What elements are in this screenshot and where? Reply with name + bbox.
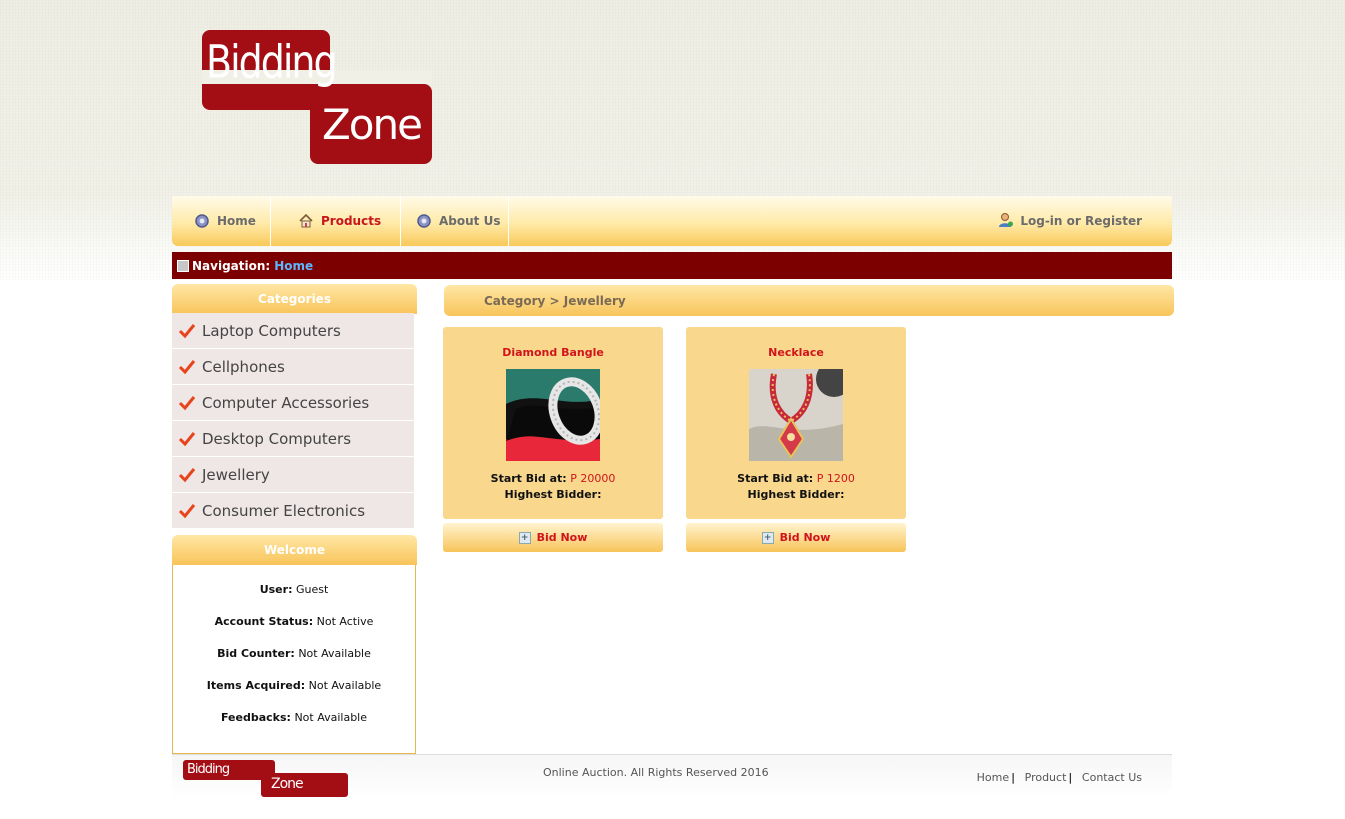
login-label: Log-in or Register xyxy=(1020,214,1142,228)
nav-home[interactable]: Home xyxy=(172,196,271,246)
category-breadcrumb: Category > Jewellery xyxy=(444,285,1174,316)
feedbacks-row: Feedbacks: Not Available xyxy=(173,711,415,743)
nav-about-label: About Us xyxy=(439,214,501,228)
plus-icon: + xyxy=(761,531,774,544)
highest-bidder: Highest Bidder: xyxy=(747,488,845,501)
product-title[interactable]: Diamond Bangle xyxy=(443,346,663,359)
items-acquired-row: Items Acquired: Not Available xyxy=(173,679,415,711)
gear-icon xyxy=(416,213,432,229)
feedbacks-value: Not Available xyxy=(294,711,367,724)
checkmark-icon xyxy=(172,431,202,447)
feedbacks-label: Feedbacks: xyxy=(220,711,291,724)
category-item[interactable]: Consumer Electronics xyxy=(172,493,414,529)
category-label: Laptop Computers xyxy=(202,321,341,340)
category-label: Desktop Computers xyxy=(202,429,352,448)
navigation-home-link[interactable]: Home xyxy=(274,259,313,273)
items-acquired-value: Not Available xyxy=(308,679,382,692)
site-logo[interactable]: Bidding Zone xyxy=(202,30,432,164)
user-row: User: Guest xyxy=(173,583,415,615)
start-bid-label: Start Bid at: xyxy=(737,472,814,485)
start-bid: Start Bid at: P 1200 xyxy=(686,472,906,485)
category-label: Consumer Electronics xyxy=(202,501,366,520)
footer-separator: | xyxy=(1011,771,1016,784)
user-label: User: xyxy=(259,583,293,596)
checkmark-icon xyxy=(172,359,202,375)
checkmark-icon xyxy=(172,467,202,483)
footer: Bidding Zone Online Auction. All Rights … xyxy=(172,754,1172,799)
copyright-text: Online Auction. All Rights Reserved 2016 xyxy=(543,766,769,779)
bid-counter-value: Not Available xyxy=(298,647,371,660)
category-item[interactable]: Cellphones xyxy=(172,349,414,385)
start-bid-value: P 1200 xyxy=(816,472,855,485)
account-status-label: Account Status: xyxy=(214,615,314,628)
nav-home-label: Home xyxy=(217,214,256,228)
welcome-title: Welcome xyxy=(263,543,326,557)
navigation-breadcrumb-bar: Navigation: Home xyxy=(172,252,1172,279)
start-bid-label: Start Bid at: xyxy=(490,472,567,485)
welcome-panel: User: Guest Account Status: Not Active B… xyxy=(172,565,416,754)
category-list: Laptop Computers Cellphones Computer Acc… xyxy=(172,313,414,529)
footer-link-home[interactable]: Home xyxy=(977,771,1009,784)
gear-icon xyxy=(194,213,210,229)
category-label: Jewellery xyxy=(202,465,270,484)
product-image-bangle[interactable] xyxy=(506,369,600,461)
top-navigation: Home Products About Us Log-in or Registe… xyxy=(172,196,1172,246)
categories-title: Categories xyxy=(258,292,331,306)
footer-logo[interactable]: Bidding Zone xyxy=(183,760,348,797)
bid-counter-label: Bid Counter: xyxy=(217,647,295,660)
categories-header: Categories xyxy=(172,284,417,314)
checkmark-icon xyxy=(172,323,202,339)
highest-bidder: Highest Bidder: xyxy=(504,488,602,501)
category-item[interactable]: Jewellery xyxy=(172,457,414,493)
checkmark-icon xyxy=(172,503,202,519)
start-bid-value: P 20000 xyxy=(570,472,616,485)
footer-logo-text-top: Bidding xyxy=(187,762,230,777)
category-breadcrumb-text: Category > Jewellery xyxy=(484,293,626,308)
navigation-prefix: Navigation: xyxy=(192,258,271,273)
bid-now-button[interactable]: + Bid Now xyxy=(443,523,663,552)
category-label: Cellphones xyxy=(202,357,285,376)
plus-icon: + xyxy=(518,531,531,544)
category-item[interactable]: Computer Accessories xyxy=(172,385,414,421)
product-card: Diamond Bangle Start Bid at: P 20000 Hig… xyxy=(443,327,663,519)
welcome-header: Welcome xyxy=(172,535,417,565)
bid-now-button[interactable]: + Bid Now xyxy=(686,523,906,552)
nav-products[interactable]: Products xyxy=(271,196,401,246)
product-title[interactable]: Necklace xyxy=(686,346,906,359)
navigation-icon xyxy=(177,259,189,272)
footer-links: Home | Product | Contact Us xyxy=(977,771,1142,784)
product-image-necklace[interactable] xyxy=(749,369,843,461)
product-card: Necklace Start Bid at: P 1200 Highest Bi… xyxy=(686,327,906,519)
bid-now-label: Bid Now xyxy=(536,531,588,544)
user-icon xyxy=(998,212,1014,231)
account-status-row: Account Status: Not Active xyxy=(173,615,415,647)
category-item[interactable]: Laptop Computers xyxy=(172,313,414,349)
bid-counter-row: Bid Counter: Not Available xyxy=(173,647,415,679)
checkmark-icon xyxy=(172,395,202,411)
bid-now-label: Bid Now xyxy=(779,531,831,544)
category-label: Computer Accessories xyxy=(202,393,370,412)
logo-text-bottom: Zone xyxy=(322,100,423,149)
footer-logo-text-bottom: Zone xyxy=(271,776,304,792)
category-item[interactable]: Desktop Computers xyxy=(172,421,414,457)
footer-link-contact[interactable]: Contact Us xyxy=(1082,771,1142,784)
nav-products-label: Products xyxy=(321,214,382,228)
logo-text-top: Bidding xyxy=(206,35,338,89)
items-acquired-label: Items Acquired: xyxy=(206,679,306,692)
account-status-value: Not Active xyxy=(316,615,374,628)
home-icon xyxy=(298,213,314,229)
footer-separator: | xyxy=(1068,771,1073,784)
start-bid: Start Bid at: P 20000 xyxy=(443,472,663,485)
login-register-link[interactable]: Log-in or Register xyxy=(998,196,1142,246)
user-value: Guest xyxy=(295,583,329,596)
footer-link-product[interactable]: Product xyxy=(1025,771,1067,784)
nav-about-us[interactable]: About Us xyxy=(401,196,509,246)
